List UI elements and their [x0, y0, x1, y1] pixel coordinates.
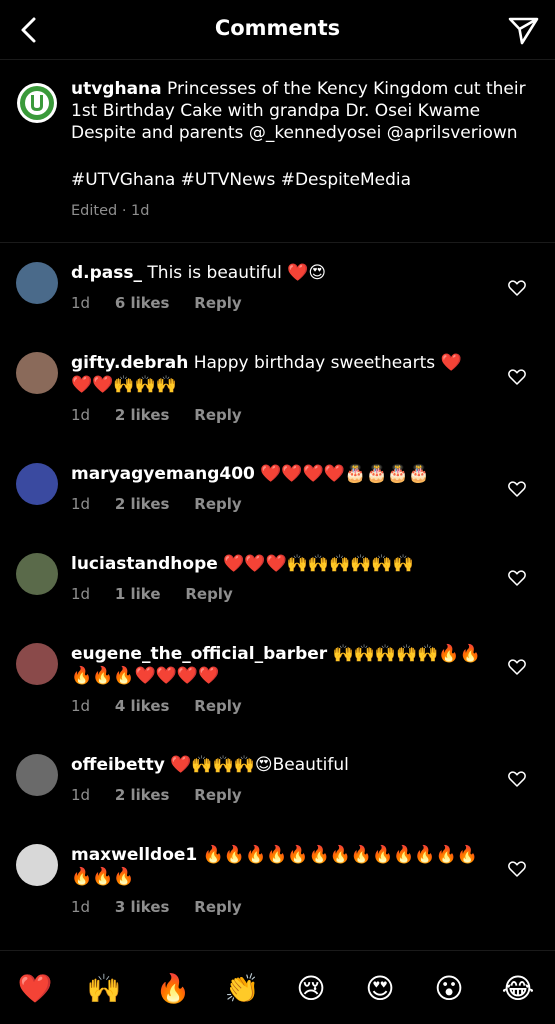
comment-body: This is beautiful ❤️😍: [147, 263, 327, 283]
comment-likes[interactable]: 6 likes: [115, 294, 170, 312]
comment-likes[interactable]: 1 like: [115, 585, 161, 603]
reply-button[interactable]: Reply: [194, 898, 241, 916]
comment-time: 1d: [71, 406, 91, 424]
comment-text: eugene_the_official_barber 🙌🙌🙌🙌🙌🔥🔥🔥🔥🔥❤️❤…: [71, 643, 481, 687]
heart-outline-icon[interactable]: [507, 769, 527, 789]
page-title: Comments: [214, 16, 341, 40]
avatar[interactable]: [16, 352, 58, 394]
comment-username[interactable]: luciastandhope: [71, 554, 218, 574]
comment-body: ❤️❤️❤️❤️🎂🎂🎂🎂: [260, 464, 430, 484]
avatar[interactable]: [16, 82, 58, 124]
comment-time: 1d: [71, 697, 91, 715]
avatar[interactable]: [16, 553, 58, 595]
emoji-crying-face-button[interactable]: 😢: [291, 969, 331, 1009]
header: Comments: [0, 0, 555, 60]
heart-outline-icon[interactable]: [507, 657, 527, 677]
emoji-clapping-hands-button[interactable]: 👏: [222, 969, 262, 1009]
comment-meta: 1d 6 likes Reply: [71, 294, 262, 312]
comment-text: luciastandhope ❤️❤️❤️🙌🙌🙌🙌🙌🙌: [71, 553, 481, 575]
avatar[interactable]: [16, 844, 58, 886]
emoji-red-heart-button[interactable]: ❤️: [15, 969, 55, 1009]
comment-time: 1d: [71, 898, 91, 916]
comment-likes[interactable]: 3 likes: [115, 898, 170, 916]
comment-likes[interactable]: 2 likes: [115, 406, 170, 424]
heart-outline-icon[interactable]: [507, 479, 527, 499]
reply-button[interactable]: Reply: [185, 585, 232, 603]
heart-outline-icon[interactable]: [507, 278, 527, 298]
reply-button[interactable]: Reply: [194, 786, 241, 804]
reply-button[interactable]: Reply: [194, 495, 241, 513]
comment-text: offeibetty ❤️🙌🙌🙌😍Beautiful: [71, 754, 481, 776]
avatar[interactable]: [16, 262, 58, 304]
avatar[interactable]: [16, 754, 58, 796]
heart-outline-icon[interactable]: [507, 367, 527, 387]
reply-button[interactable]: Reply: [194, 697, 241, 715]
comment-body: ❤️🙌🙌🙌😍Beautiful: [170, 755, 349, 775]
utv-logo-icon: [17, 83, 57, 123]
comment-time: 1d: [71, 585, 91, 603]
comment-body: ❤️❤️❤️🙌🙌🙌🙌🙌🙌: [223, 554, 414, 574]
comment-text: maxwelldoe1 🔥🔥🔥🔥🔥🔥🔥🔥🔥🔥🔥🔥🔥🔥🔥🔥: [71, 844, 481, 888]
comment-time: 1d: [71, 294, 91, 312]
post-caption: utvghana Princesses of the Kency Kingdom…: [0, 60, 555, 243]
emoji-tears-of-joy-button[interactable]: 😂: [498, 969, 538, 1009]
comment-meta: 1d 4 likes Reply: [71, 697, 262, 715]
emoji-raised-hands-button[interactable]: 🙌: [84, 969, 124, 1009]
comment-time: 1d: [71, 786, 91, 804]
comment-text: gifty.debrah Happy birthday sweethearts …: [71, 352, 481, 396]
comment-likes[interactable]: 2 likes: [115, 786, 170, 804]
comment-text: d.pass_ This is beautiful ❤️😍: [71, 262, 481, 284]
caption-meta: Edited · 1d: [71, 203, 150, 219]
comment-meta: 1d 2 likes Reply: [71, 495, 262, 513]
avatar[interactable]: [16, 643, 58, 685]
comment-username[interactable]: maryagyemang400: [71, 464, 255, 484]
comment-meta: 1d 3 likes Reply: [71, 898, 262, 916]
comment-username[interactable]: eugene_the_official_barber: [71, 644, 327, 664]
comment-text: maryagyemang400 ❤️❤️❤️❤️🎂🎂🎂🎂: [71, 463, 481, 485]
emoji-reaction-bar: ❤️ 🙌 🔥 👏 😢 😍 😮 😂: [0, 950, 555, 1024]
comment-username[interactable]: maxwelldoe1: [71, 845, 197, 865]
comment-likes[interactable]: 2 likes: [115, 495, 170, 513]
heart-outline-icon[interactable]: [507, 859, 527, 879]
reply-button[interactable]: Reply: [194, 406, 241, 424]
comment-meta: 1d 2 likes Reply: [71, 786, 262, 804]
paper-plane-icon[interactable]: [505, 12, 541, 48]
comment-username[interactable]: gifty.debrah: [71, 353, 188, 373]
comment-username[interactable]: offeibetty: [71, 755, 165, 775]
emoji-fire-button[interactable]: 🔥: [153, 969, 193, 1009]
caption-hashtags[interactable]: #UTVGhana #UTVNews #DespiteMedia: [71, 170, 411, 190]
avatar[interactable]: [16, 463, 58, 505]
caption-username[interactable]: utvghana: [71, 79, 162, 99]
emoji-heart-eyes-button[interactable]: 😍: [360, 969, 400, 1009]
caption-text: utvghana Princesses of the Kency Kingdom…: [71, 78, 541, 144]
comment-meta: 1d 2 likes Reply: [71, 406, 262, 424]
comment-likes[interactable]: 4 likes: [115, 697, 170, 715]
emoji-surprised-face-button[interactable]: 😮: [429, 969, 469, 1009]
comment-username[interactable]: d.pass_: [71, 263, 142, 283]
comment-time: 1d: [71, 495, 91, 513]
comment-meta: 1d 1 like Reply: [71, 585, 253, 603]
reply-button[interactable]: Reply: [194, 294, 241, 312]
heart-outline-icon[interactable]: [507, 568, 527, 588]
